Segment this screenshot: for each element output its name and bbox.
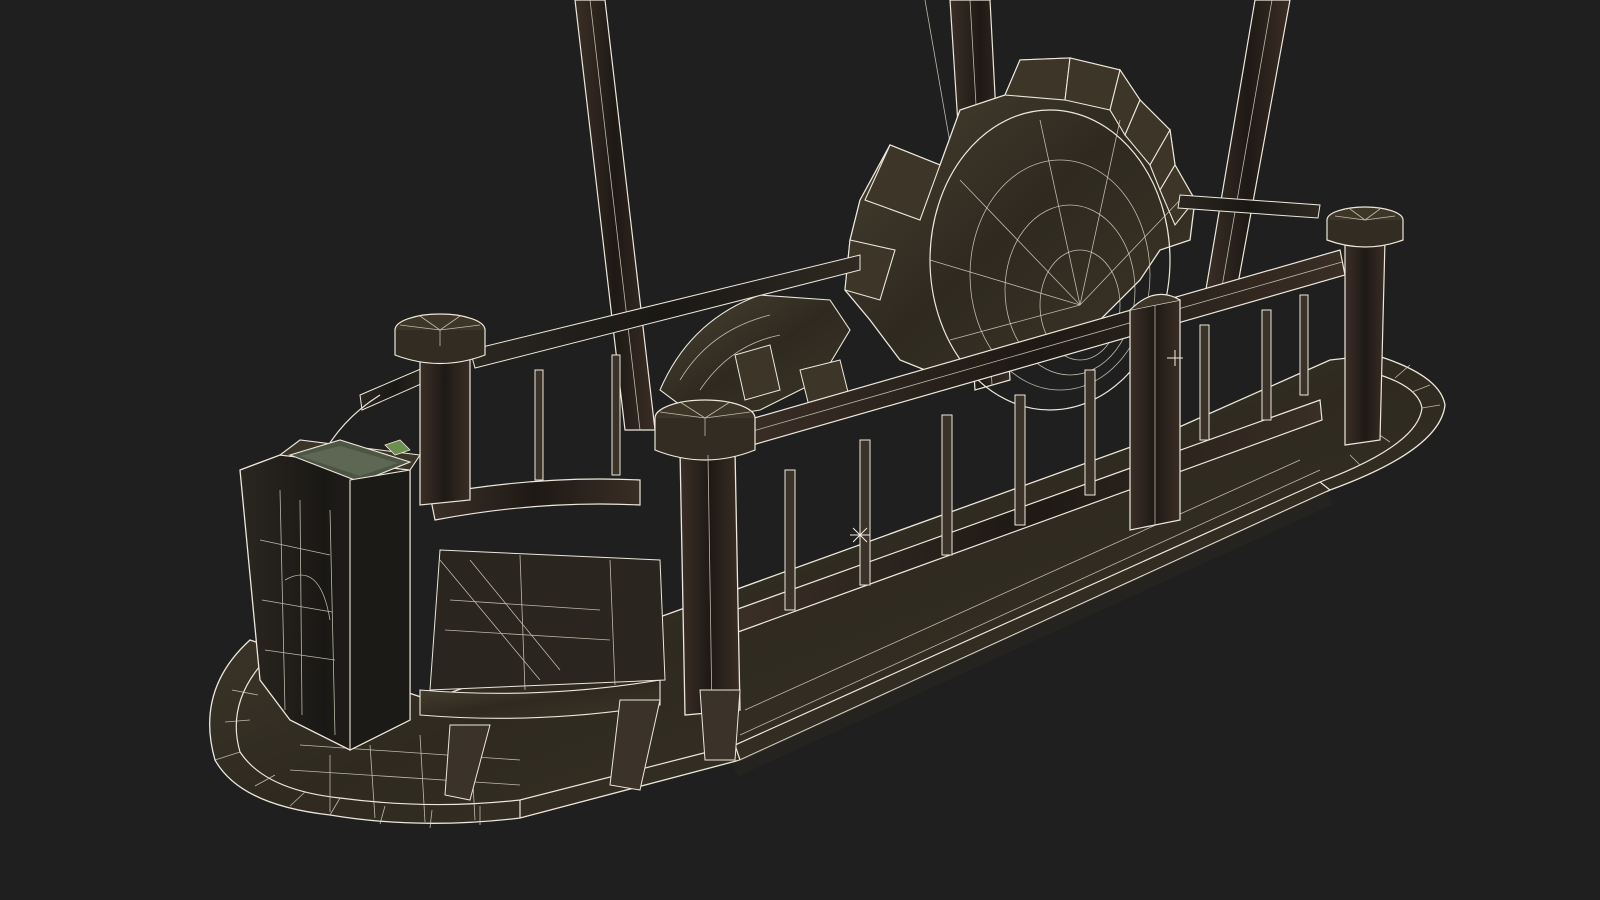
wireframe-model-render xyxy=(209,0,1446,829)
3d-viewport[interactable] xyxy=(0,0,1600,900)
corner-post-mid xyxy=(1129,293,1181,531)
smokestack-right xyxy=(1204,0,1291,301)
